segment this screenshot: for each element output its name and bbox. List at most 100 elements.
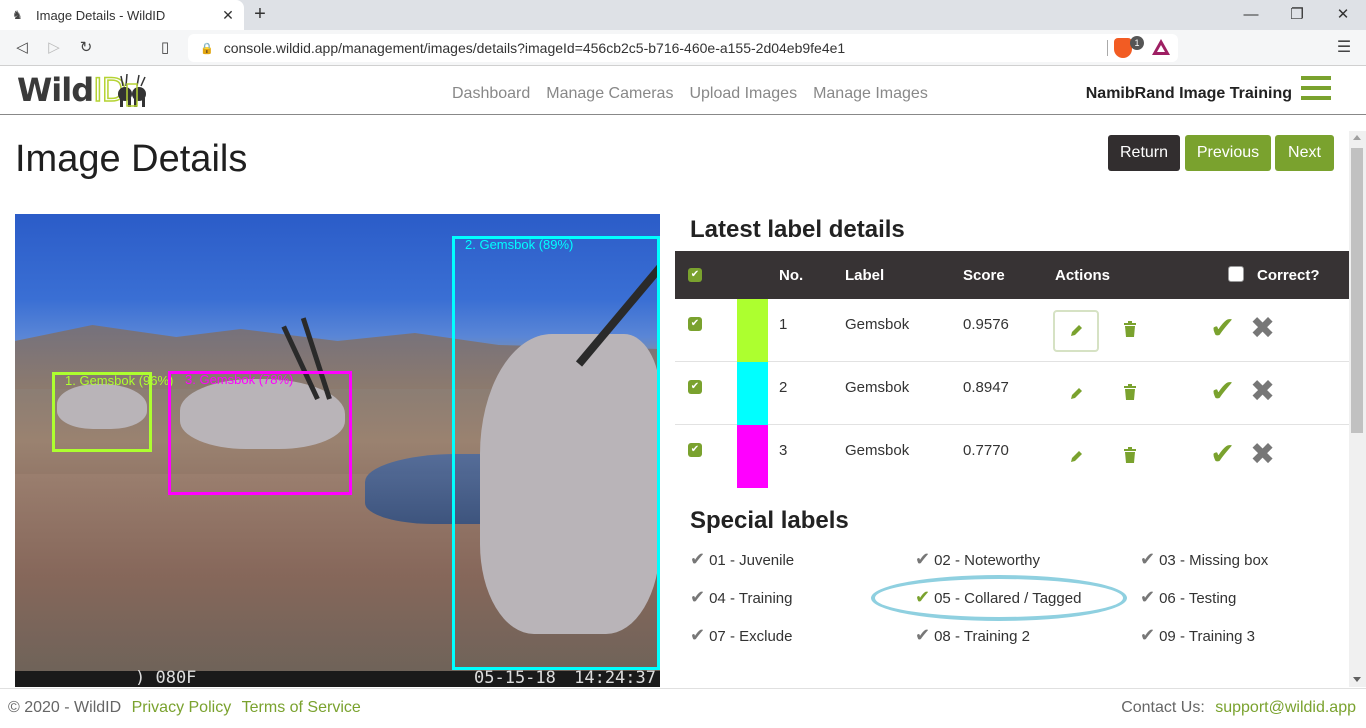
special-label-collared-tagged[interactable]: ✔ 05 - Collared / Tagged: [915, 587, 1081, 608]
edit-button[interactable]: [1053, 310, 1099, 352]
camera-temperature: ) 080F: [135, 668, 197, 687]
label-color-swatch: [737, 299, 768, 362]
row-select-checkbox[interactable]: ✔: [688, 443, 702, 457]
forward-icon[interactable]: ▷: [42, 36, 66, 60]
row-label: Gemsbok: [845, 379, 910, 396]
trash-icon[interactable]: [1123, 384, 1137, 400]
camera-info-strip: ) 080F 05-15-18 14:24:37: [15, 668, 660, 687]
lock-icon: 🔒: [200, 42, 214, 55]
special-label-noteworthy[interactable]: ✔ 02 - Noteworthy: [915, 549, 1040, 570]
brave-rewards-icon[interactable]: [1152, 39, 1170, 55]
pencil-icon: [1071, 325, 1082, 336]
restore-icon[interactable]: ❐: [1274, 0, 1320, 30]
trash-icon[interactable]: [1123, 321, 1137, 337]
mark-correct-icon[interactable]: ✔: [1210, 437, 1235, 472]
table-header: ✔ No. Label Score Actions Correct?: [675, 251, 1349, 299]
table-row: ✔ 3 Gemsbok 0.7770 ✔ ✖: [675, 425, 1349, 488]
browser-menu-icon[interactable]: ☰: [1336, 36, 1352, 60]
app-navbar: Wild ID Dashboard Manage Cameras Upload …: [0, 67, 1366, 115]
correct-all-checkbox[interactable]: [1228, 266, 1244, 282]
nav-dashboard[interactable]: Dashboard: [452, 85, 530, 103]
edit-button[interactable]: [1053, 373, 1099, 415]
special-label-testing[interactable]: ✔ 06 - Testing: [1140, 587, 1236, 608]
terms-of-service-link[interactable]: Terms of Service: [242, 699, 361, 716]
close-tab-icon[interactable]: ✕: [218, 7, 238, 24]
special-label-juvenile[interactable]: ✔ 01 - Juvenile: [690, 549, 794, 570]
copyright: © 2020 - WildID: [8, 699, 122, 716]
bookmark-icon[interactable]: ▯: [153, 36, 177, 60]
row-select-checkbox[interactable]: ✔: [688, 317, 702, 331]
mark-incorrect-icon[interactable]: ✖: [1250, 311, 1275, 346]
select-all-checkbox[interactable]: ✔: [688, 268, 702, 282]
row-number: 3: [779, 442, 788, 459]
nav-manage-cameras[interactable]: Manage Cameras: [546, 85, 673, 103]
row-label: Gemsbok: [845, 316, 910, 333]
new-tab-button[interactable]: +: [250, 4, 270, 26]
scroll-up-icon[interactable]: [1353, 135, 1361, 140]
check-icon: ✔: [915, 587, 931, 607]
privacy-policy-link[interactable]: Privacy Policy: [132, 699, 232, 716]
reload-icon[interactable]: ↻: [74, 36, 98, 60]
mark-incorrect-icon[interactable]: ✖: [1250, 374, 1275, 409]
row-score: 0.9576: [963, 316, 1009, 333]
trash-icon[interactable]: [1123, 447, 1137, 463]
special-label-text: 03 - Missing box: [1159, 552, 1269, 569]
scroll-down-icon[interactable]: [1353, 677, 1361, 682]
tab-title: Image Details - WildID: [36, 7, 166, 23]
window-close-icon[interactable]: ✕: [1320, 0, 1366, 30]
scrollbar-thumb[interactable]: [1351, 148, 1363, 433]
column-correct: Correct?: [1257, 267, 1320, 284]
next-button[interactable]: Next: [1275, 135, 1334, 171]
bounding-box-label: 3. Gemsbok (78%): [185, 372, 294, 387]
browser-tab[interactable]: ♞ Image Details - WildID ✕: [0, 0, 244, 30]
bounding-box-3[interactable]: 3. Gemsbok (78%): [168, 371, 352, 495]
nav-upload-images[interactable]: Upload Images: [689, 85, 797, 103]
check-icon: ✔: [690, 625, 706, 645]
label-color-swatch: [737, 362, 768, 425]
bounding-box-2[interactable]: 2. Gemsbok (89%): [452, 236, 660, 670]
minimize-icon[interactable]: —: [1228, 0, 1274, 30]
camera-trap-image[interactable]: 1. Gemsbok (96%) 3. Gemsbok (78%) 2. Gem…: [15, 214, 660, 687]
contact-email-link[interactable]: support@wildid.app: [1215, 699, 1356, 716]
bounding-box-label: 1. Gemsbok (96%): [65, 373, 174, 388]
contact-label: Contact Us:: [1121, 699, 1205, 716]
mark-correct-icon[interactable]: ✔: [1210, 311, 1235, 346]
browser-toolbar: ◁ ▷ ↻ ▯ 🔒 console.wildid.app/management/…: [0, 30, 1366, 66]
nav-manage-images[interactable]: Manage Images: [813, 85, 928, 103]
row-select-checkbox[interactable]: ✔: [688, 380, 702, 394]
special-label-text: 08 - Training 2: [934, 628, 1030, 645]
page-scrollbar[interactable]: [1349, 131, 1366, 687]
special-label-exclude[interactable]: ✔ 07 - Exclude: [690, 625, 792, 646]
logo-wild-text: Wild: [17, 71, 94, 109]
address-bar[interactable]: 🔒 console.wildid.app/management/images/d…: [188, 34, 1178, 62]
wildid-logo[interactable]: Wild ID: [17, 70, 149, 110]
return-button[interactable]: Return: [1108, 135, 1180, 171]
pencil-icon: [1071, 451, 1082, 462]
special-label-text: 01 - Juvenile: [709, 552, 795, 569]
back-icon[interactable]: ◁: [10, 36, 34, 60]
check-icon: ✔: [1140, 549, 1156, 569]
brave-badge-count: 1: [1130, 36, 1144, 50]
hamburger-menu-icon[interactable]: [1301, 76, 1331, 102]
special-label-text: 06 - Testing: [1159, 590, 1237, 607]
special-label-text: 02 - Noteworthy: [934, 552, 1040, 569]
check-icon: ✔: [915, 625, 931, 645]
mark-correct-icon[interactable]: ✔: [1210, 374, 1235, 409]
special-label-missing-box[interactable]: ✔ 03 - Missing box: [1140, 549, 1268, 570]
row-number: 1: [779, 316, 788, 333]
label-table: ✔ No. Label Score Actions Correct? ✔ 1 G…: [675, 251, 1349, 488]
special-label-text: 04 - Training: [709, 590, 793, 607]
column-no: No.: [779, 267, 804, 284]
special-label-training[interactable]: ✔ 04 - Training: [690, 587, 792, 608]
row-score: 0.7770: [963, 442, 1009, 459]
special-label-training-3[interactable]: ✔ 09 - Training 3: [1140, 625, 1255, 646]
previous-button[interactable]: Previous: [1185, 135, 1271, 171]
table-row: ✔ 2 Gemsbok 0.8947 ✔ ✖: [675, 362, 1349, 425]
check-icon: ✔: [690, 587, 706, 607]
special-label-training-2[interactable]: ✔ 08 - Training 2: [915, 625, 1030, 646]
edit-button[interactable]: [1053, 436, 1099, 478]
url-text: console.wildid.app/management/images/det…: [223, 40, 846, 56]
special-label-text: 07 - Exclude: [709, 628, 793, 645]
bounding-box-1[interactable]: 1. Gemsbok (96%): [52, 372, 173, 452]
mark-incorrect-icon[interactable]: ✖: [1250, 437, 1275, 472]
